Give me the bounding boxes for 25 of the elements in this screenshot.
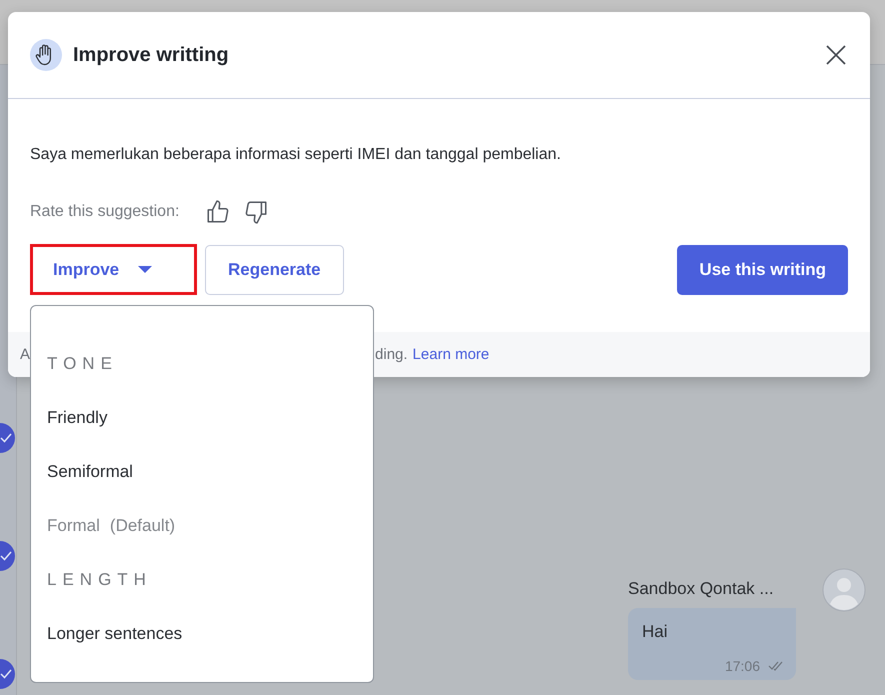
suggestion-text: Saya memerlukan beberapa informasi seperti IMEI dan tanggal pembelian.: [30, 146, 562, 164]
dialog-title: Improve writting: [73, 44, 230, 66]
footer-text: ding.: [375, 346, 408, 363]
use-writing-button[interactable]: Use this writing: [677, 244, 848, 294]
menu-section-header: TONE: [46, 353, 118, 375]
thumbs-up-button[interactable]: [205, 199, 232, 225]
message-time: 17:06: [724, 658, 760, 674]
close-button[interactable]: [824, 43, 848, 67]
improve-dropdown-button[interactable]: Improve: [30, 244, 197, 295]
message-text: Hai: [642, 622, 669, 642]
rating-label: Rate this suggestion:: [30, 203, 180, 221]
menu-item[interactable]: Formal (Default): [31, 499, 373, 553]
thumbs-down-button[interactable]: [243, 199, 270, 225]
avatar-icon: [822, 568, 866, 612]
menu-item[interactable]: Semiformal: [31, 445, 373, 499]
double-check-icon: [768, 661, 784, 671]
regenerate-button[interactable]: Regenerate: [205, 244, 344, 294]
caret-icon: [137, 265, 154, 274]
menu-section-header: LENGTH: [46, 569, 152, 591]
footer-text: A: [20, 346, 30, 363]
sender-name: Sandbox Qontak ...: [628, 579, 774, 599]
hand-icon: [30, 39, 62, 71]
menu-item[interactable]: Longer sentences: [31, 607, 373, 661]
learn-more-link[interactable]: Learn more: [412, 346, 490, 363]
menu-item[interactable]: Friendly: [31, 391, 373, 445]
